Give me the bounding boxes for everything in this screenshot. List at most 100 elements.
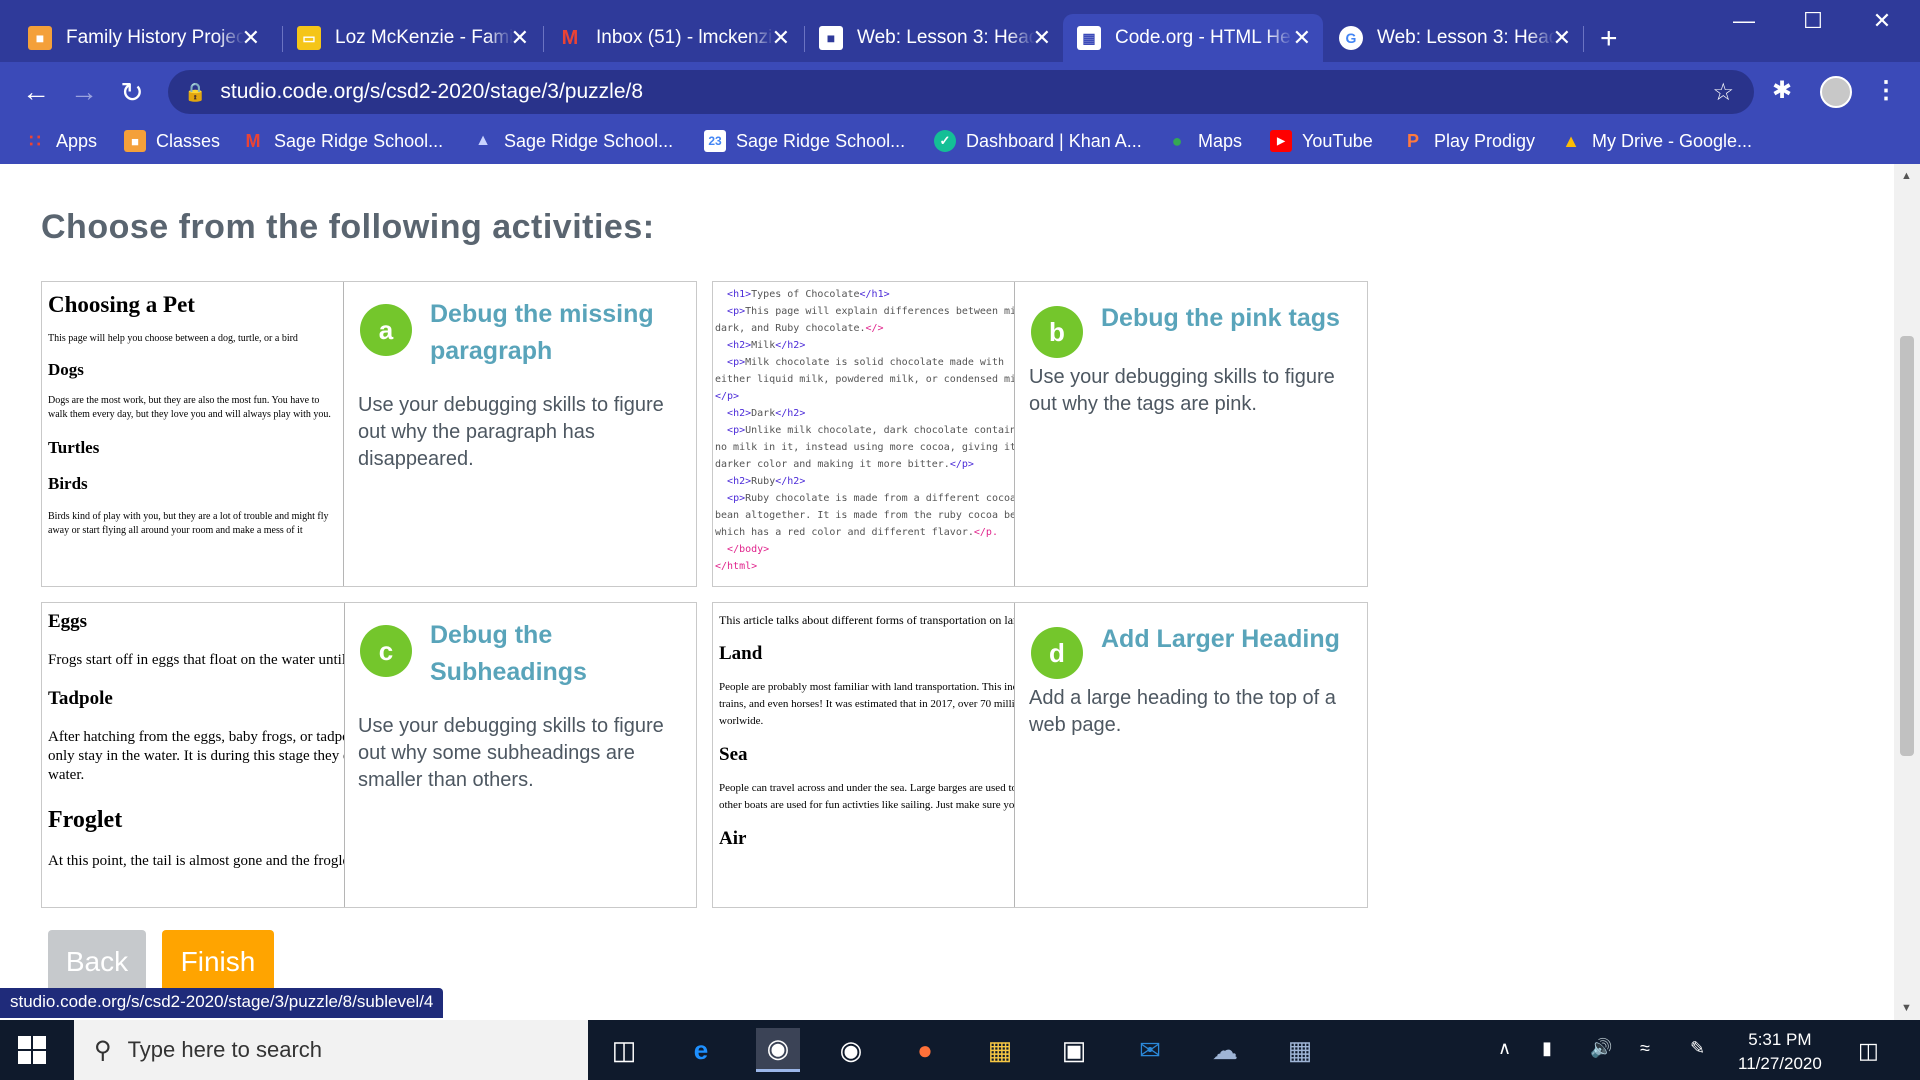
search-placeholder: Type here to search — [127, 1037, 323, 1062]
tab-title: Code.org - HTML Headings — [1115, 27, 1293, 48]
tab-loz-mckenzie[interactable]: ▭ Loz McKenzie - Family ✕ — [283, 14, 541, 62]
browser-toolbar: ← → ↻ 🔒 studio.code.org/s/csd2-2020/stag… — [0, 62, 1920, 122]
code-line: bean altogether. It is made from the rub… — [715, 510, 1015, 521]
bookmark-sage-ridge-gmail[interactable]: M Sage Ridge School... — [242, 130, 444, 152]
chrome-profile-icon[interactable]: ◉ — [756, 1028, 800, 1072]
activity-description: Use your debugging skills to figure out … — [1029, 366, 1335, 415]
tab-title: Web: Lesson 3: Headings — [857, 27, 1035, 48]
clock[interactable]: 5:31 PM 11/27/2020 — [1738, 1028, 1822, 1076]
classroom-assignment-icon: ■ — [819, 26, 843, 50]
bookmark-star-icon[interactable]: ☆ — [1712, 78, 1734, 107]
bookmark-label: My Drive - Google... — [1592, 130, 1753, 151]
activity-title[interactable]: Debug the pink tags — [1101, 300, 1361, 337]
close-tab-icon[interactable]: ✕ — [1033, 25, 1051, 51]
activity-card-c[interactable]: Eggs Frogs start off in eggs that float … — [41, 602, 697, 908]
scrollbar-thumb[interactable] — [1900, 336, 1914, 756]
preview-text: At this point, the tail is almost gone a… — [48, 853, 345, 869]
close-tab-icon[interactable]: ✕ — [1553, 25, 1571, 51]
task-view-icon[interactable]: ◫ — [602, 1028, 646, 1072]
maximize-icon[interactable]: ☐ — [1793, 8, 1833, 34]
tab-code-org[interactable]: ▦ Code.org - HTML Headings ✕ — [1063, 14, 1323, 62]
preview-subheading: Dogs — [48, 360, 84, 379]
maps-icon: ● — [1171, 130, 1183, 151]
battery-icon[interactable]: ▮ — [1542, 1038, 1552, 1059]
activity-card-b[interactable]: <h1>Types of Chocolate</h1> <p>This page… — [712, 281, 1368, 587]
calculator-icon[interactable]: ▦ — [1278, 1028, 1322, 1072]
close-tab-icon[interactable]: ✕ — [1293, 25, 1311, 51]
scroll-up-icon[interactable]: ▲ — [1901, 170, 1912, 182]
bookmark-apps[interactable]: ∷ Apps — [24, 130, 97, 152]
preview-text: People can travel across and under the s… — [719, 782, 1015, 811]
preview-subheading: Eggs — [48, 611, 88, 632]
close-tab-icon[interactable]: ✕ — [242, 25, 260, 51]
menu-kebab-icon[interactable]: ⋮ — [1874, 76, 1898, 105]
preview-subheading: Sea — [719, 744, 748, 765]
bookmark-sage-ridge-calendar[interactable]: 23 Sage Ridge School... — [704, 130, 905, 152]
preview-heading: Froglet — [48, 807, 123, 833]
tab-title: Web: Lesson 3: Headings — [1377, 27, 1555, 48]
vertical-scrollbar[interactable]: ▲ ▼ — [1894, 164, 1920, 1020]
activity-title[interactable]: Debug the missing paragraph — [430, 296, 670, 370]
bookmark-classes[interactable]: ■ Classes — [124, 130, 220, 152]
preview-text: This page will help you choose between a… — [48, 333, 298, 344]
back-arrow-icon[interactable]: ← — [18, 76, 54, 108]
code-line: <p>This page will explain differences be… — [727, 306, 1015, 317]
bookmark-my-drive[interactable]: ▲ My Drive - Google... — [1560, 130, 1752, 152]
bookmark-khan-academy[interactable]: ✓ Dashboard | Khan A... — [934, 130, 1142, 152]
bookmark-sage-ridge-classroom[interactable]: ▲ Sage Ridge School... — [472, 130, 673, 152]
mail-icon[interactable]: ✉ — [1128, 1028, 1172, 1072]
close-window-icon[interactable]: ✕ — [1862, 8, 1902, 34]
finish-button[interactable]: Finish — [162, 930, 274, 994]
activity-preview-a: Choosing a Pet This page will help you c… — [42, 282, 344, 586]
url-text: studio.code.org/s/csd2-2020/stage/3/puzz… — [220, 80, 644, 103]
tab-web-lesson-3-google[interactable]: G Web: Lesson 3: Headings ✕ — [1325, 14, 1583, 62]
google-icon: G — [1339, 26, 1363, 50]
activity-preview-d: This article talks about different forms… — [713, 603, 1015, 907]
profile-avatar[interactable] — [1820, 76, 1852, 108]
chevron-up-icon[interactable]: ∧ — [1498, 1038, 1511, 1059]
edge-icon[interactable]: e — [679, 1028, 723, 1072]
volume-icon[interactable]: 🔊 — [1590, 1038, 1612, 1059]
wifi-icon[interactable]: ≈ — [1640, 1038, 1650, 1059]
close-tab-icon[interactable]: ✕ — [511, 25, 529, 51]
notifications-icon[interactable]: ◫ — [1858, 1038, 1879, 1064]
bookmark-label: Sage Ridge School... — [274, 130, 444, 151]
activity-card-a[interactable]: Choosing a Pet This page will help you c… — [41, 281, 697, 587]
pen-icon[interactable]: ✎ — [1690, 1038, 1705, 1059]
extensions-icon[interactable]: ✱ — [1772, 76, 1792, 105]
scroll-down-icon[interactable]: ▼ — [1901, 1002, 1912, 1014]
new-tab-button[interactable]: + — [1600, 22, 1618, 56]
preview-text: Frogs start off in eggs that float on th… — [48, 652, 345, 668]
tab-inbox[interactable]: M Inbox (51) - lmckenzie ✕ — [544, 14, 802, 62]
close-tab-icon[interactable]: ✕ — [772, 25, 790, 51]
preview-subheading: Birds — [48, 474, 88, 493]
reload-icon[interactable]: ↻ — [114, 76, 150, 109]
tab-web-lesson-3[interactable]: ■ Web: Lesson 3: Headings ✕ — [805, 14, 1063, 62]
activity-card-d[interactable]: This article talks about different forms… — [712, 602, 1368, 908]
lock-icon[interactable]: 🔒 — [184, 82, 206, 103]
chrome-icon[interactable]: ◉ — [829, 1028, 873, 1072]
activity-description: Use your debugging skills to figure out … — [358, 394, 664, 470]
bookmark-maps[interactable]: ● Maps — [1166, 130, 1242, 152]
forward-arrow-icon[interactable]: → — [66, 76, 102, 108]
tab-family-history[interactable]: ■ Family History Project ✕ — [14, 14, 272, 62]
firefox-icon[interactable]: ● — [903, 1028, 947, 1072]
status-url: studio.code.org/s/csd2-2020/stage/3/puzz… — [0, 988, 444, 1018]
prodigy-icon: P — [1406, 130, 1419, 151]
code-line: dark, and Ruby chocolate.</> — [715, 323, 884, 334]
minimize-icon[interactable]: — — [1724, 8, 1764, 34]
back-button[interactable]: Back — [48, 930, 146, 994]
file-explorer-icon[interactable]: ▦ — [978, 1028, 1022, 1072]
code-line: </p> — [715, 391, 740, 402]
classroom-hat-icon: ▲ — [475, 132, 491, 149]
bookmark-youtube[interactable]: ▶ YouTube — [1270, 130, 1373, 152]
tab-strip: ■ Family History Project ✕ ▭ Loz McKenzi… — [0, 0, 1920, 62]
activity-title[interactable]: Debug the Subheadings — [430, 617, 670, 691]
windows-start-icon[interactable] — [18, 1036, 46, 1064]
activity-title[interactable]: Add Larger Heading — [1101, 621, 1361, 658]
onedrive-app-icon[interactable]: ☁ — [1203, 1028, 1247, 1072]
store-icon[interactable]: ▣ — [1052, 1028, 1096, 1072]
taskbar-search[interactable]: ⚲ Type here to search — [74, 1020, 588, 1080]
address-bar[interactable]: 🔒 studio.code.org/s/csd2-2020/stage/3/pu… — [168, 70, 1754, 114]
bookmark-prodigy[interactable]: P Play Prodigy — [1402, 130, 1535, 152]
